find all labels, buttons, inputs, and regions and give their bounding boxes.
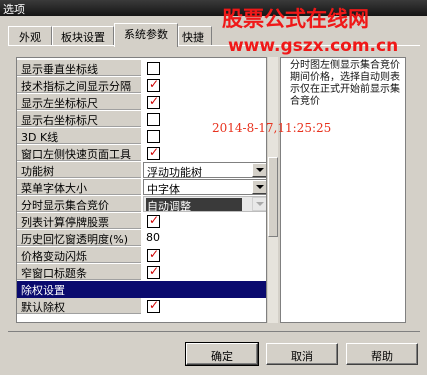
chevron-down-icon[interactable] [252,163,266,177]
price-flash-checkbox[interactable] [147,247,160,262]
setting-label: 功能树 [17,162,141,178]
setting-row: 窄窗口标题条 [17,264,266,281]
setting-row: 列表计算停牌股票 [17,213,266,230]
select-value: 自动调整 [147,200,191,213]
setting-label: 历史回忆窗透明度(%) [17,230,141,246]
setting-label: 窄窗口标题条 [17,264,141,280]
function-tree-select[interactable]: 浮动功能树 [143,162,266,179]
window-title: 选项 [3,3,25,16]
setting-row: 技术指标之间显示分隔 [17,77,266,94]
setting-label: 3D K线 [17,128,141,144]
setting-label: 窗口左侧快速页面工具 [17,145,141,161]
settings-list[interactable]: 显示垂直坐标线 技术指标之间显示分隔 显示左坐标标尺 显示右坐标标尺 3D K线… [16,57,267,323]
call-auction-select[interactable]: 自动调整 [143,196,266,213]
setting-label: 显示右坐标标尺 [17,111,141,127]
left-axis-checkbox[interactable] [147,94,160,109]
indicator-separator-checkbox[interactable] [147,77,160,92]
setting-row: 显示垂直坐标线 [17,60,266,77]
setting-row: 功能树 浮动功能树 [17,162,266,179]
cancel-button[interactable]: 取消 [266,343,338,365]
transparency-input[interactable]: 80 [146,231,160,244]
chevron-down-icon[interactable] [252,180,266,194]
ok-button[interactable]: 确定 [185,342,259,366]
tab-system-params[interactable]: 系统参数 [114,23,178,47]
timestamp-stamp: 2014-8-17,11:25:25 [212,121,332,135]
setting-label: 显示左坐标标尺 [17,94,141,110]
panel-divider [8,331,420,332]
setting-row: 价格变动闪烁 [17,247,266,264]
right-axis-checkbox[interactable] [147,113,160,126]
default-exright-checkbox[interactable] [147,298,160,313]
setting-row: 窗口左侧快速页面工具 [17,145,266,162]
narrow-titlebar-checkbox[interactable] [147,264,160,279]
select-value: 中字体 [147,183,180,196]
watermark-url: www.gszx.com.cn [228,36,399,56]
setting-row: 历史回忆窗透明度(%) 80 [17,230,266,247]
setting-row: 菜单字体大小 中字体 [17,179,266,196]
setting-row: 默认除权 [17,298,266,315]
setting-label: 价格变动闪烁 [17,247,141,263]
setting-label: 显示垂直坐标线 [17,60,141,76]
scrollbar-thumb[interactable] [268,157,278,237]
setting-label: 默认除权 [17,298,141,314]
watermark-site-name: 股票公式在线网 [222,7,369,31]
tab-shortcuts[interactable]: 快捷 [178,26,212,45]
description-panel: 分时图左侧显示集合竞价期间价格，选择自动则表示仅在正式开始前显示集合竞价 [280,57,406,323]
list-scrollbar[interactable] [268,57,278,323]
tab-appearance[interactable]: 外观 [8,26,52,45]
help-button[interactable]: 帮助 [346,343,418,365]
show-vertical-grid-checkbox[interactable] [147,62,160,75]
setting-label: 分时显示集合竞价 [17,196,141,212]
suspended-stocks-checkbox[interactable] [147,213,160,228]
select-value: 浮动功能树 [147,166,202,179]
setting-row: 分时显示集合竞价 自动调整 [17,196,266,213]
setting-description: 分时图左侧显示集合竞价期间价格，选择自动则表示仅在正式开始前显示集合竞价 [290,60,400,107]
setting-label: 菜单字体大小 [17,179,141,195]
quick-page-tool-checkbox[interactable] [147,145,160,160]
3d-kline-checkbox[interactable] [147,130,160,143]
chevron-down-icon[interactable] [252,197,266,211]
menu-font-size-select[interactable]: 中字体 [143,179,266,196]
setting-label: 列表计算停牌股票 [17,213,141,229]
setting-label: 技术指标之间显示分隔 [17,77,141,93]
tab-sector-settings[interactable]: 板块设置 [52,26,114,45]
setting-row: 显示左坐标标尺 [17,94,266,111]
section-header: 除权设置 [17,281,266,298]
